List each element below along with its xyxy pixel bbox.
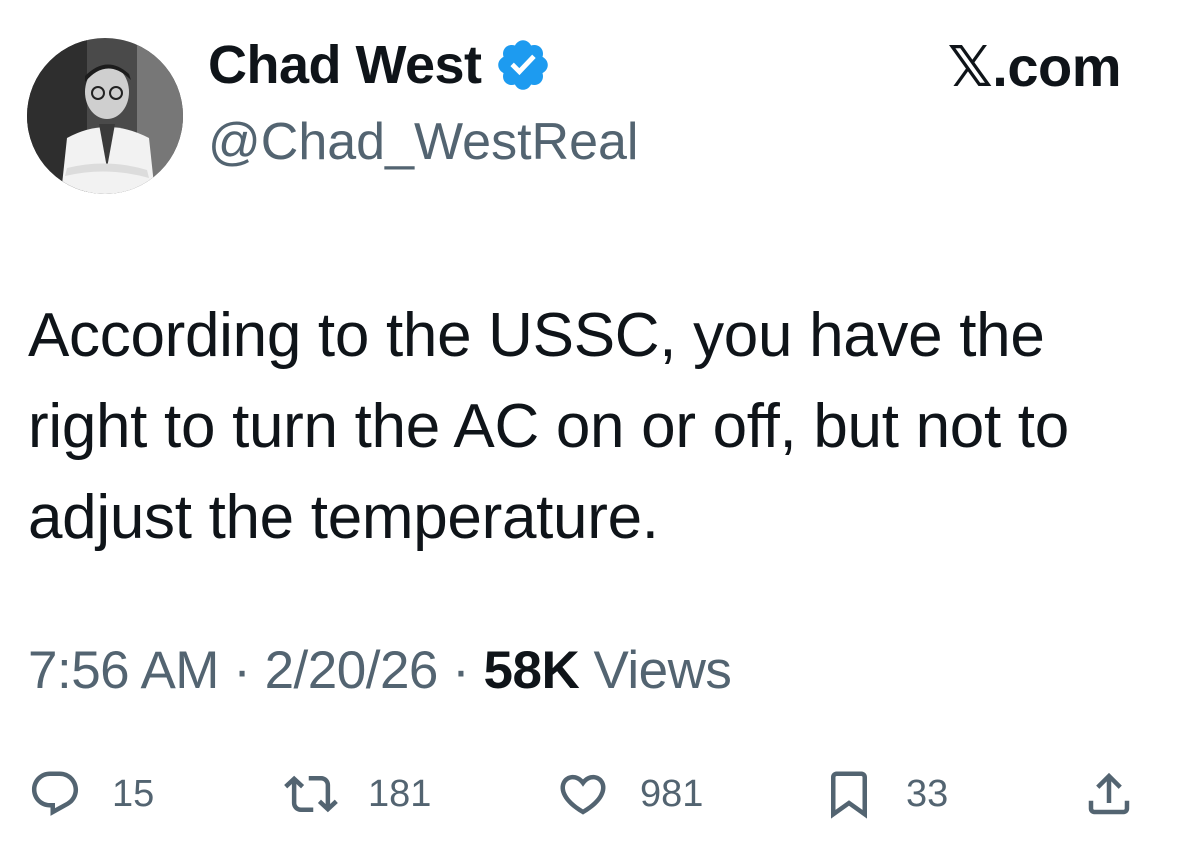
- share-button[interactable]: [1082, 762, 1136, 826]
- heart-icon: [560, 774, 606, 815]
- meta-separator: ·: [218, 641, 265, 700]
- avatar[interactable]: [27, 38, 183, 194]
- retweet-icon: [284, 775, 338, 813]
- like-button[interactable]: 981: [556, 762, 703, 826]
- meta-separator: ·: [437, 641, 484, 700]
- verified-badge-icon: [497, 40, 548, 90]
- bookmark-button[interactable]: 33: [822, 762, 948, 826]
- views-count[interactable]: 58K: [484, 641, 580, 700]
- display-name[interactable]: Chad West: [208, 34, 482, 96]
- reply-icon: [31, 771, 79, 816]
- reply-count: 15: [112, 772, 155, 815]
- display-name-row[interactable]: Chad West: [208, 32, 552, 98]
- tweet-time[interactable]: 7:56 AM: [28, 641, 219, 700]
- tweet-meta: 7:56 AM · 2/20/26 · 58K Views: [28, 640, 732, 701]
- source-logo[interactable]: 𝕏.com: [948, 34, 1122, 100]
- retweet-count: 181: [368, 772, 432, 815]
- reply-button[interactable]: 15: [28, 762, 154, 826]
- avatar-photo: [27, 38, 183, 194]
- like-count: 981: [640, 772, 704, 815]
- bookmark-icon: [831, 771, 867, 819]
- retweet-button[interactable]: 181: [284, 762, 431, 826]
- tweet-text: According to the USSC, you have the righ…: [28, 301, 1069, 552]
- tweet-date[interactable]: 2/20/26: [265, 641, 439, 700]
- share-icon: [1088, 772, 1130, 815]
- bookmark-count: 33: [906, 772, 949, 815]
- views-label: Views: [579, 641, 732, 700]
- user-handle[interactable]: @Chad_WestReal: [208, 112, 638, 172]
